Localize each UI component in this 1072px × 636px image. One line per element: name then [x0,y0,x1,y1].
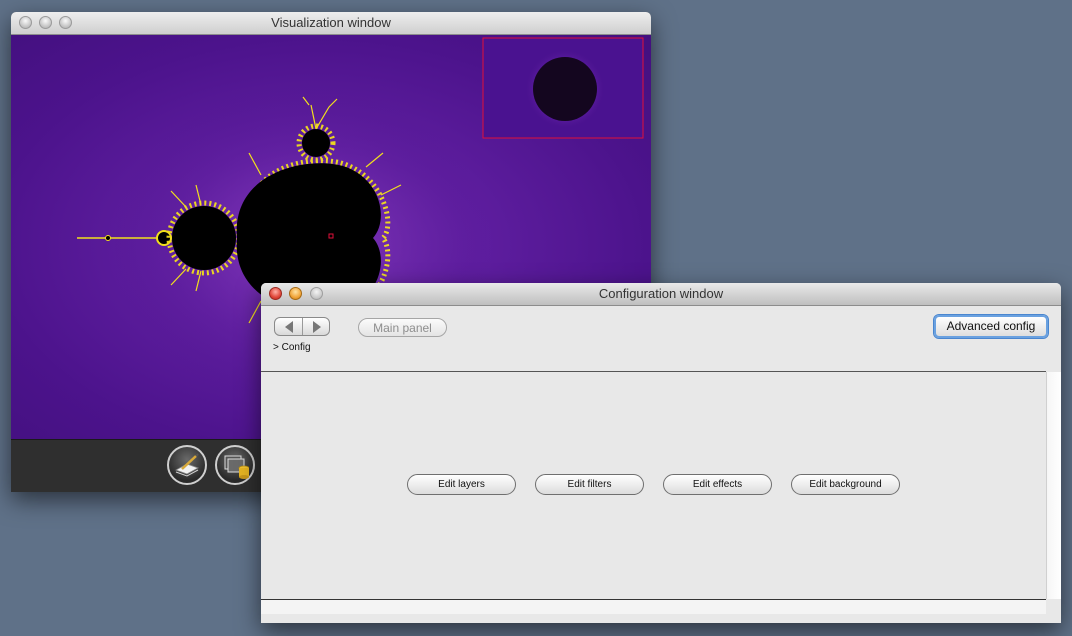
edit-layers-button[interactable]: Edit layers [407,474,516,495]
advanced-config-button[interactable]: Advanced config [934,315,1048,338]
vertical-scrollbar[interactable] [1046,372,1061,599]
breadcrumb: > Config [273,342,311,353]
zoom-button [310,287,323,300]
draw-tool-button[interactable] [167,445,207,485]
config-panel [261,372,1046,599]
layers-database-button[interactable] [215,445,255,485]
back-arrow-icon [284,320,293,333]
configuration-titlebar[interactable]: Configuration window [261,283,1061,306]
configuration-window: Configuration window Main panel > Config… [261,283,1061,623]
layers-database-icon [224,455,249,479]
desktop: Visualization window Configuration windo… [0,0,1072,636]
minimize-button[interactable] [289,287,302,300]
minimize-button[interactable] [39,16,52,29]
edit-filters-button[interactable]: Edit filters [535,474,644,495]
visualization-window-title: Visualization window [271,15,391,30]
back-button[interactable] [275,318,303,335]
visualization-titlebar[interactable]: Visualization window [11,12,651,35]
zoom-button[interactable] [59,16,72,29]
edit-background-button[interactable]: Edit background [791,474,900,495]
configuration-window-title: Configuration window [598,286,724,301]
navigation-arrows [274,317,330,336]
minimap[interactable] [482,37,644,139]
edit-effects-button[interactable]: Edit effects [663,474,772,495]
forward-arrow-icon [312,320,321,333]
close-button[interactable] [19,16,32,29]
pen-on-paper-icon [175,453,199,477]
close-button[interactable] [269,287,282,300]
forward-button[interactable] [303,318,330,335]
main-panel-button[interactable]: Main panel [358,318,447,337]
horizontal-scrollbar[interactable] [261,600,1046,614]
